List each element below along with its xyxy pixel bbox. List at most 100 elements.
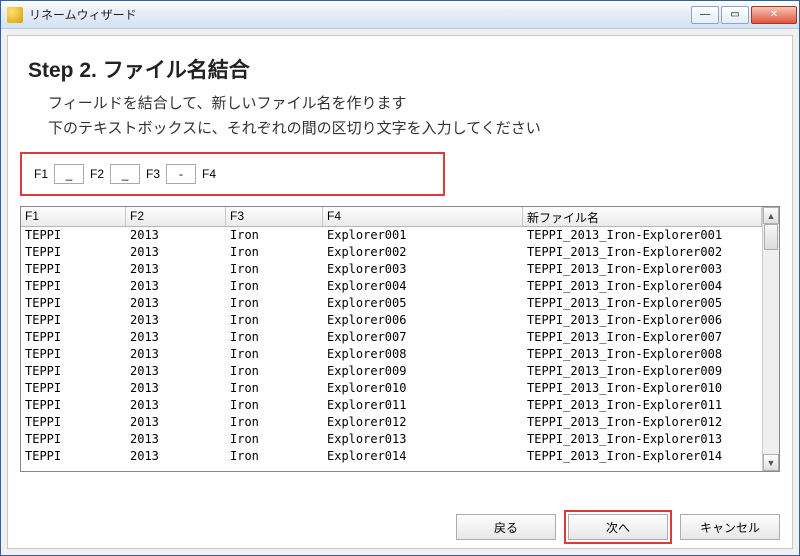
preview-table: F1 F2 F3 F4 新ファイル名 TEPPI2013IronExplorer…	[20, 206, 780, 472]
cell-filename: TEPPI_2013_Iron-Explorer012	[523, 414, 762, 431]
sep-label-f3: F3	[146, 167, 160, 181]
cell-f3: Iron	[226, 329, 323, 346]
cell-f2: 2013	[126, 346, 226, 363]
cell-f1: TEPPI	[21, 244, 126, 261]
cell-f1: TEPPI	[21, 312, 126, 329]
table-row[interactable]: TEPPI2013IronExplorer007TEPPI_2013_Iron-…	[21, 329, 762, 346]
cell-f2: 2013	[126, 278, 226, 295]
cell-f4: Explorer007	[323, 329, 523, 346]
separator-panel: F1 F2 F3 F4	[20, 152, 445, 196]
cell-f4: Explorer013	[323, 431, 523, 448]
table-row[interactable]: TEPPI2013IronExplorer008TEPPI_2013_Iron-…	[21, 346, 762, 363]
cell-f2: 2013	[126, 448, 226, 465]
table-row[interactable]: TEPPI2013IronExplorer004TEPPI_2013_Iron-…	[21, 278, 762, 295]
cell-f1: TEPPI	[21, 346, 126, 363]
minimize-button[interactable]: —	[691, 6, 719, 24]
cancel-button[interactable]: キャンセル	[680, 514, 780, 540]
cell-filename: TEPPI_2013_Iron-Explorer005	[523, 295, 762, 312]
close-button[interactable]: ✕	[751, 6, 797, 24]
cell-f2: 2013	[126, 295, 226, 312]
table-row[interactable]: TEPPI2013IronExplorer013TEPPI_2013_Iron-…	[21, 431, 762, 448]
footer-buttons: 戻る 次へ キャンセル	[456, 514, 780, 540]
cell-f3: Iron	[226, 397, 323, 414]
sep-input-f1-f2[interactable]	[54, 164, 84, 184]
sep-input-f2-f3[interactable]	[110, 164, 140, 184]
table-row[interactable]: TEPPI2013IronExplorer002TEPPI_2013_Iron-…	[21, 244, 762, 261]
back-button[interactable]: 戻る	[456, 514, 556, 540]
cell-f4: Explorer011	[323, 397, 523, 414]
cell-f1: TEPPI	[21, 380, 126, 397]
cell-f1: TEPPI	[21, 448, 126, 465]
app-icon	[7, 7, 23, 23]
cell-f4: Explorer008	[323, 346, 523, 363]
cell-f4: Explorer006	[323, 312, 523, 329]
th-f1[interactable]: F1	[21, 207, 126, 226]
cell-filename: TEPPI_2013_Iron-Explorer002	[523, 244, 762, 261]
sep-label-f4: F4	[202, 167, 216, 181]
cell-filename: TEPPI_2013_Iron-Explorer009	[523, 363, 762, 380]
cell-f3: Iron	[226, 363, 323, 380]
table-row[interactable]: TEPPI2013IronExplorer012TEPPI_2013_Iron-…	[21, 414, 762, 431]
th-f2[interactable]: F2	[126, 207, 226, 226]
cell-f4: Explorer005	[323, 295, 523, 312]
cell-f1: TEPPI	[21, 227, 126, 244]
maximize-button[interactable]: ▭	[721, 6, 749, 24]
scroll-down-button[interactable]: ▼	[763, 454, 779, 471]
cell-f2: 2013	[126, 431, 226, 448]
cell-filename: TEPPI_2013_Iron-Explorer004	[523, 278, 762, 295]
cell-f1: TEPPI	[21, 363, 126, 380]
cell-filename: TEPPI_2013_Iron-Explorer006	[523, 312, 762, 329]
description-line-1: フィールドを結合して、新しいファイル名を作ります	[48, 92, 780, 113]
cell-f4: Explorer003	[323, 261, 523, 278]
table-row[interactable]: TEPPI2013IronExplorer005TEPPI_2013_Iron-…	[21, 295, 762, 312]
th-f3[interactable]: F3	[226, 207, 323, 226]
cell-f3: Iron	[226, 261, 323, 278]
table-row[interactable]: TEPPI2013IronExplorer010TEPPI_2013_Iron-…	[21, 380, 762, 397]
scroll-thumb[interactable]	[764, 224, 778, 250]
sep-label-f1: F1	[34, 167, 48, 181]
cell-f3: Iron	[226, 312, 323, 329]
cell-f1: TEPPI	[21, 261, 126, 278]
table-header: F1 F2 F3 F4 新ファイル名	[21, 207, 762, 227]
cell-f2: 2013	[126, 227, 226, 244]
cell-filename: TEPPI_2013_Iron-Explorer013	[523, 431, 762, 448]
cell-filename: TEPPI_2013_Iron-Explorer001	[523, 227, 762, 244]
cell-f3: Iron	[226, 346, 323, 363]
table-row[interactable]: TEPPI2013IronExplorer009TEPPI_2013_Iron-…	[21, 363, 762, 380]
cell-filename: TEPPI_2013_Iron-Explorer003	[523, 261, 762, 278]
cell-f2: 2013	[126, 261, 226, 278]
cell-filename: TEPPI_2013_Iron-Explorer010	[523, 380, 762, 397]
cell-f4: Explorer014	[323, 448, 523, 465]
cell-f1: TEPPI	[21, 278, 126, 295]
cell-f1: TEPPI	[21, 431, 126, 448]
table-row[interactable]: TEPPI2013IronExplorer003TEPPI_2013_Iron-…	[21, 261, 762, 278]
cell-f2: 2013	[126, 363, 226, 380]
table-row[interactable]: TEPPI2013IronExplorer014TEPPI_2013_Iron-…	[21, 448, 762, 465]
sep-input-f3-f4[interactable]	[166, 164, 196, 184]
cell-f3: Iron	[226, 244, 323, 261]
vertical-scrollbar[interactable]: ▲ ▼	[762, 207, 779, 471]
table-row[interactable]: TEPPI2013IronExplorer011TEPPI_2013_Iron-…	[21, 397, 762, 414]
cell-f2: 2013	[126, 312, 226, 329]
th-filename[interactable]: 新ファイル名	[523, 207, 762, 226]
cell-f4: Explorer010	[323, 380, 523, 397]
table-row[interactable]: TEPPI2013IronExplorer006TEPPI_2013_Iron-…	[21, 312, 762, 329]
scroll-up-button[interactable]: ▲	[763, 207, 779, 224]
cell-filename: TEPPI_2013_Iron-Explorer011	[523, 397, 762, 414]
cell-f2: 2013	[126, 329, 226, 346]
cell-filename: TEPPI_2013_Iron-Explorer008	[523, 346, 762, 363]
app-window: リネームウィザード — ▭ ✕ Step 2. ファイル名結合 フィールドを結合…	[0, 0, 800, 556]
cell-f3: Iron	[226, 380, 323, 397]
sep-label-f2: F2	[90, 167, 104, 181]
cell-f4: Explorer004	[323, 278, 523, 295]
table-row[interactable]: TEPPI2013IronExplorer001TEPPI_2013_Iron-…	[21, 227, 762, 244]
cell-f3: Iron	[226, 295, 323, 312]
th-f4[interactable]: F4	[323, 207, 523, 226]
cell-f1: TEPPI	[21, 397, 126, 414]
cell-f3: Iron	[226, 414, 323, 431]
cell-f4: Explorer002	[323, 244, 523, 261]
titlebar: リネームウィザード — ▭ ✕	[1, 1, 799, 29]
window-controls: — ▭ ✕	[691, 6, 797, 24]
next-button[interactable]: 次へ	[568, 514, 668, 540]
client-area: Step 2. ファイル名結合 フィールドを結合して、新しいファイル名を作ります…	[7, 35, 793, 549]
